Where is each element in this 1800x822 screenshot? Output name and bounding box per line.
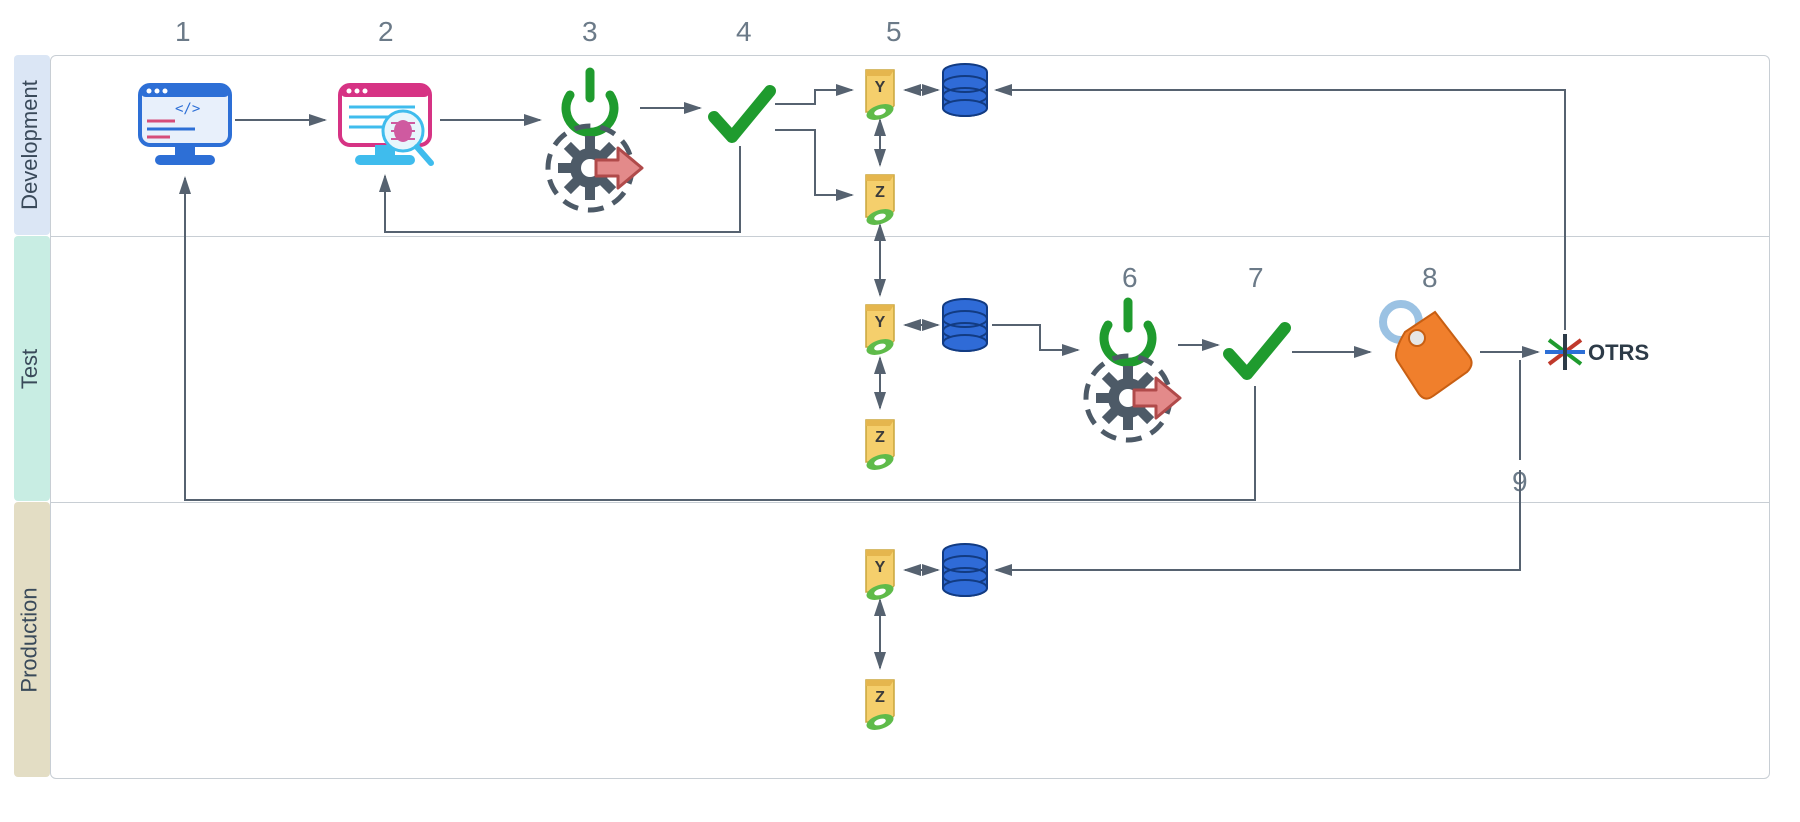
db-test bbox=[943, 299, 987, 351]
arrow-4-z bbox=[775, 130, 852, 195]
arrow-4-y bbox=[775, 90, 852, 104]
db-prod bbox=[943, 544, 987, 596]
debug-monitor-icon bbox=[340, 85, 431, 165]
power-gear-icon-dev bbox=[548, 72, 642, 210]
diagram-canvas: </> bbox=[0, 0, 1800, 822]
check-icon-test bbox=[1229, 328, 1285, 374]
server-z-test: Z bbox=[857, 420, 903, 475]
arrow-db-6 bbox=[992, 325, 1078, 350]
arrow-feedback-7-to-1 bbox=[185, 178, 1255, 500]
arrow-otrs-devdb bbox=[996, 90, 1565, 330]
tag-icon bbox=[1383, 304, 1472, 399]
server-y-prod: Y bbox=[857, 550, 903, 605]
server-z-prod-label: Z bbox=[875, 689, 885, 706]
server-z-test-label: Z bbox=[875, 429, 885, 446]
code-monitor-icon bbox=[140, 85, 230, 165]
server-z-prod: Z bbox=[857, 680, 903, 735]
server-y-dev-label: Y bbox=[875, 79, 886, 96]
server-y-dev: Y bbox=[857, 70, 903, 125]
arrow-9-proddb bbox=[996, 470, 1520, 570]
otrs-icon bbox=[1545, 334, 1585, 370]
arrow-feedback-4-to-2 bbox=[385, 146, 740, 232]
server-y-test: Y bbox=[857, 305, 903, 360]
db-dev bbox=[943, 64, 987, 116]
server-y-prod-label: Y bbox=[875, 559, 886, 576]
check-icon-dev bbox=[714, 91, 770, 137]
server-z-dev: Z bbox=[857, 175, 903, 230]
server-y-test-label: Y bbox=[875, 314, 886, 331]
power-gear-icon-test bbox=[1086, 302, 1180, 440]
server-z-dev-label: Z bbox=[875, 184, 885, 201]
